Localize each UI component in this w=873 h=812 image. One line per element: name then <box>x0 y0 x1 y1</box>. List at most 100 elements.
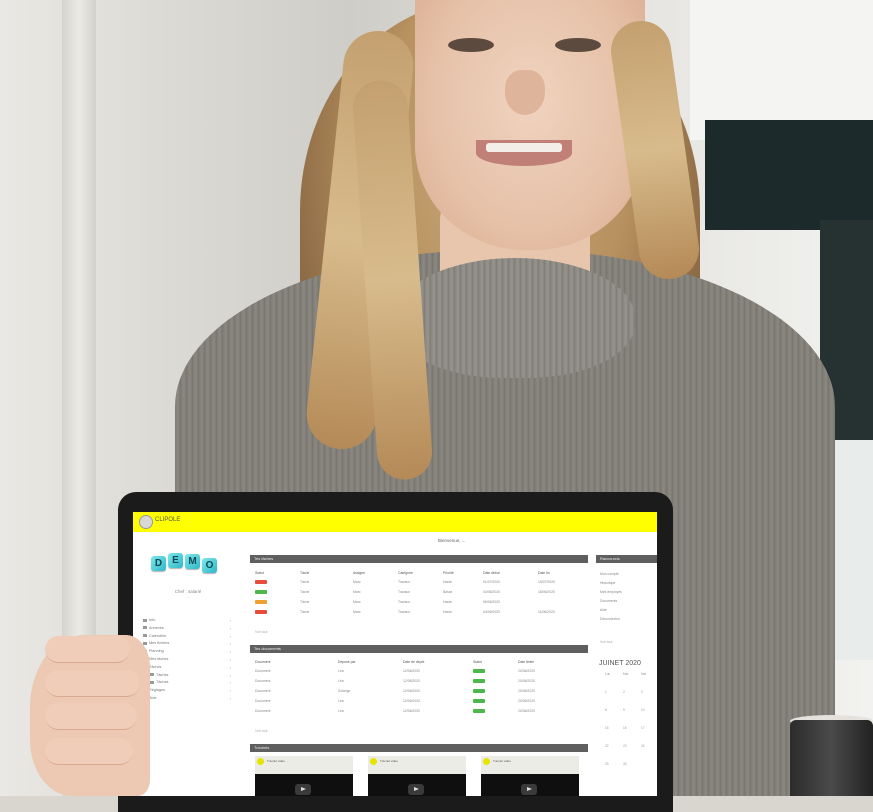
tasks-panel-header: Tes tâches <box>250 555 588 563</box>
sidebar-item[interactable]: Annexes › <box>143 625 231 633</box>
table-cell: Document <box>255 699 271 703</box>
calendar-day[interactable]: 24 <box>641 744 645 748</box>
shortcut-link[interactable]: Déconnexion <box>600 617 620 621</box>
tasks-column-header: Assigné <box>353 571 366 575</box>
welcome-text: Bienvenue, ... <box>438 538 466 543</box>
channel-avatar <box>370 758 377 765</box>
window-frame <box>705 120 873 230</box>
table-cell: 12/06/2020 <box>403 709 420 713</box>
sidebar-item[interactable]: Tâches › <box>143 679 231 687</box>
chevron-right-icon: › <box>229 625 231 631</box>
table-cell: 15/07/2020 <box>538 580 555 584</box>
video-tutorial[interactable]: Tutoriel vidéo <box>481 756 579 796</box>
window <box>830 440 873 660</box>
calendar-day[interactable]: 23 <box>623 744 627 748</box>
chevron-right-icon: › <box>229 649 231 655</box>
app-logo-icon[interactable] <box>139 515 153 529</box>
left-eye <box>448 38 494 52</box>
calendar-day[interactable]: 16 <box>623 726 627 730</box>
menu-icon <box>150 673 154 677</box>
status-badge <box>255 590 267 594</box>
video-tutorial[interactable]: Tutoriel vidéo <box>255 756 353 796</box>
tasks-column-header: Tâche <box>300 571 310 575</box>
sidebar-item-label: Annexes <box>149 625 164 630</box>
videos-panel-header: Tutoriels <box>250 744 588 752</box>
calendar-day[interactable]: 2 <box>623 690 625 694</box>
status-badge <box>473 689 485 693</box>
coffee-cup <box>790 720 873 796</box>
status-badge <box>255 600 267 604</box>
play-button-icon[interactable] <box>295 784 311 795</box>
video-header: Tutoriel vidéo <box>368 756 466 774</box>
shortcut-link[interactable]: Mon compte <box>600 572 619 576</box>
tasks-see-all-link[interactable]: Voir tout <box>255 630 267 634</box>
sidebar-item-label: Mes tâches <box>149 656 169 661</box>
calendar-day[interactable]: Mar <box>623 672 629 676</box>
status-badge <box>473 709 485 713</box>
menu-icon <box>143 626 147 630</box>
calendar-day[interactable]: 30 <box>623 762 627 766</box>
sidebar-item[interactable]: Tâches › <box>143 664 231 672</box>
video-header: Tutoriel vidéo <box>481 756 579 774</box>
sidebar-item-label: Aide <box>149 695 157 700</box>
calendar-day[interactable]: 29 <box>605 762 609 766</box>
chevron-right-icon: › <box>229 688 231 694</box>
sidebar-item[interactable]: Tâches › <box>143 672 231 680</box>
calendar-day[interactable]: 22 <box>605 744 609 748</box>
user-name: Chef : salarié <box>174 589 202 594</box>
calendar-day[interactable]: 3 <box>641 690 643 694</box>
chevron-right-icon: › <box>229 618 231 623</box>
table-cell: 12/06/2020 <box>403 679 420 683</box>
sidebar-item-label: Tâches <box>149 664 162 669</box>
play-button-icon[interactable] <box>408 784 424 795</box>
calendar-day[interactable]: 10 <box>641 708 645 712</box>
tasks-panel-title: Tes tâches <box>254 556 274 561</box>
demo-letter: M <box>185 554 200 569</box>
sidebar-item[interactable]: Mes fichiers › <box>143 640 231 648</box>
table-cell: Document <box>255 689 271 693</box>
status-badge <box>473 669 485 673</box>
table-cell: Marc <box>353 610 361 614</box>
shortcut-link[interactable]: Historique <box>600 581 615 585</box>
calendar-day[interactable]: 8 <box>605 708 607 712</box>
tasks-column-header: Date fin <box>538 571 550 575</box>
documents-column-header: Statut <box>473 660 482 664</box>
sidebar-item[interactable]: Info › <box>143 617 231 625</box>
sidebar-item-label: Tâches <box>156 672 169 677</box>
calendar-day[interactable]: Lun <box>605 672 610 676</box>
shortcut-link[interactable]: Aide <box>600 608 607 612</box>
play-button-icon[interactable] <box>521 784 537 795</box>
calendar-day[interactable]: 1 <box>605 690 607 694</box>
shortcuts-panel-title: Raccourcis <box>600 556 620 561</box>
table-cell: Marc <box>353 590 361 594</box>
sidebar-item[interactable]: Planning › <box>143 648 231 656</box>
smile <box>486 143 562 152</box>
table-cell: Travaux <box>398 610 411 614</box>
calendar-day[interactable]: Mer <box>641 672 647 676</box>
chevron-right-icon: › <box>229 695 231 701</box>
sidebar-item[interactable]: Réglages › <box>143 687 231 695</box>
calendar-day[interactable]: 9 <box>623 708 625 712</box>
table-cell: 06/06/2020 <box>483 600 500 604</box>
table-cell: 18/06/2020 <box>538 590 555 594</box>
table-cell: Léa <box>338 679 344 683</box>
shortcuts-see-all-link[interactable]: Voir tout <box>600 640 612 644</box>
video-title: Tutoriel vidéo <box>267 759 285 763</box>
video-tutorial[interactable]: Tutoriel vidéo <box>368 756 466 796</box>
calendar-month-title: JUINET 2020 <box>599 660 641 667</box>
documents-see-all-link[interactable]: Voir tout <box>255 729 267 733</box>
app-header-bar: CLIPOLE <box>133 512 657 532</box>
finger <box>45 738 133 765</box>
calendar-day[interactable]: 17 <box>641 726 645 730</box>
table-cell: Solange <box>338 689 351 693</box>
right-eye <box>555 38 601 52</box>
shortcut-link[interactable]: Mes employés <box>600 590 622 594</box>
documents-panel-header: Tes documents <box>250 645 588 653</box>
shortcut-link[interactable]: Documents <box>600 599 617 603</box>
sidebar-item[interactable]: Mes tâches › <box>143 656 231 664</box>
demo-letter: D <box>151 556 166 571</box>
calendar-day[interactable]: 15 <box>605 726 609 730</box>
sidebar-item[interactable]: Aide › <box>143 695 231 703</box>
table-cell: 11/06/2020 <box>538 610 555 614</box>
sidebar-item[interactable]: Calendrier › <box>143 633 231 641</box>
